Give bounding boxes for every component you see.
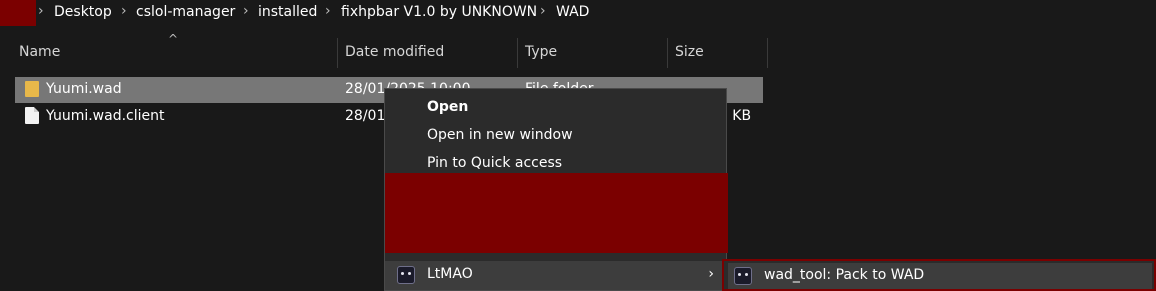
file-name: Yuumi.wad: [46, 81, 122, 97]
chevron-right-icon: ›: [38, 3, 44, 19]
redacted-region: [0, 0, 36, 26]
column-header-row: ^ Name Date modified Type Size: [0, 32, 1156, 68]
folder-icon: [25, 81, 39, 97]
submenu-item-pack-to-wad[interactable]: wad_tool: Pack to WAD: [728, 263, 1152, 289]
file-icon: [25, 107, 39, 124]
redacted-region: [385, 173, 728, 253]
ltmao-app-icon: [397, 266, 415, 284]
ltmao-submenu: wad_tool: Pack to WAD: [722, 259, 1156, 291]
submenu-item-pack-to-wad-label: wad_tool: Pack to WAD: [764, 267, 925, 283]
chevron-right-icon: ›: [325, 3, 331, 19]
column-divider[interactable]: [337, 38, 338, 68]
chevron-right-icon: ›: [121, 3, 127, 19]
menu-item-ltmao[interactable]: LtMAO ›: [385, 261, 726, 290]
menu-item-ltmao-label: LtMAO: [427, 266, 473, 282]
breadcrumb-item-cslol-manager[interactable]: cslol-manager: [136, 4, 235, 20]
ltmao-app-icon: [734, 267, 752, 285]
chevron-right-icon: ›: [243, 3, 249, 19]
breadcrumb-item-wad[interactable]: WAD: [556, 4, 589, 20]
file-name: Yuumi.wad.client: [46, 108, 165, 124]
breadcrumb-item-fixhpbar[interactable]: fixhpbar V1.0 by UNKNOWN: [341, 4, 537, 20]
column-header-size[interactable]: Size: [675, 44, 704, 60]
menu-item-open-in-new-window[interactable]: Open in new window: [427, 127, 573, 143]
menu-item-open[interactable]: Open: [427, 99, 468, 115]
chevron-right-icon: ›: [708, 266, 714, 282]
chevron-right-icon: ›: [540, 3, 546, 19]
column-header-type[interactable]: Type: [525, 44, 557, 60]
column-divider[interactable]: [767, 38, 768, 68]
menu-item-pin-to-quick-access[interactable]: Pin to Quick access: [427, 155, 562, 171]
breadcrumb-item-installed[interactable]: installed: [258, 4, 317, 20]
column-divider[interactable]: [517, 38, 518, 68]
column-divider[interactable]: [667, 38, 668, 68]
column-header-name[interactable]: Name: [19, 44, 60, 60]
column-header-date-modified[interactable]: Date modified: [345, 44, 444, 60]
breadcrumb-item-desktop[interactable]: Desktop: [54, 4, 112, 20]
sort-ascending-icon: ^: [168, 32, 179, 46]
context-menu: Open Open in new window Pin to Quick acc…: [384, 88, 728, 291]
breadcrumb: › Desktop › cslol-manager › installed › …: [0, 0, 1156, 26]
